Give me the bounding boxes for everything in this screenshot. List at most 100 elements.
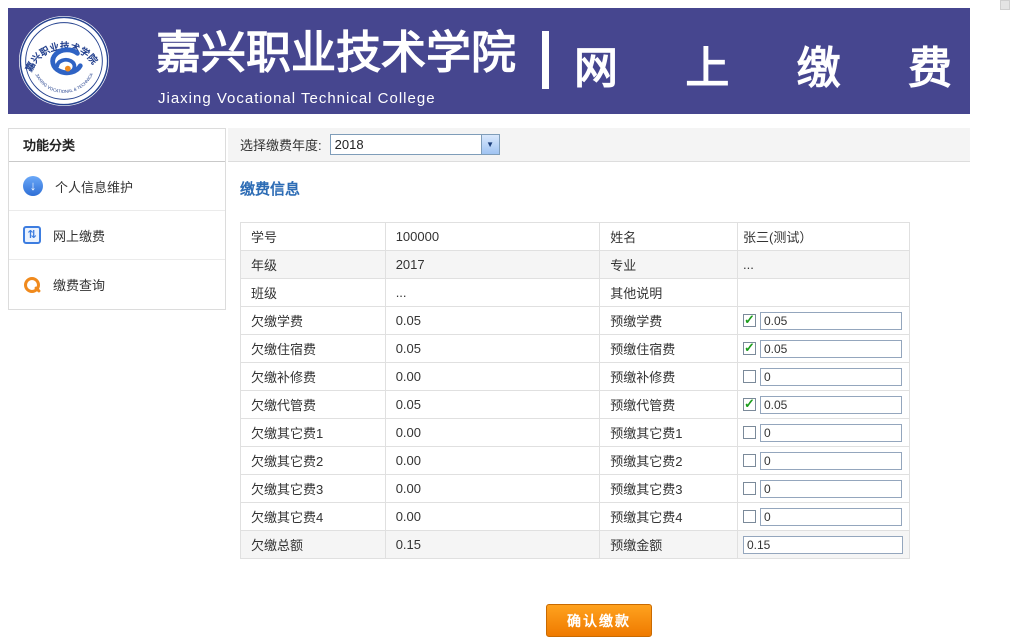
college-logo: 嘉兴职业技术学院 JIAXING VOCATIONAL & TECHNICAL … [18,15,110,107]
table-row: 欠缴住宿费0.05预缴住宿费 [241,335,910,363]
row-control: 张三(测试） [737,223,909,251]
prepay-amount-input[interactable] [760,480,902,498]
page-header: 嘉兴职业技术学院 JIAXING VOCATIONAL & TECHNICAL … [8,8,970,114]
table-row: 欠缴其它费40.00预缴其它费4 [241,503,910,531]
row-label: 欠缴其它费4 [241,503,386,531]
row-value: 0.00 [385,363,600,391]
row-label: 欠缴总额 [241,531,386,559]
row-label-2: 预缴其它费4 [600,503,738,531]
table-row: 年级2017专业... [241,251,910,279]
prepay-amount-input[interactable] [760,424,902,442]
prepay-amount-input[interactable] [760,312,902,330]
row-value: 0.00 [385,419,600,447]
table-row: 欠缴代管费0.05预缴代管费 [241,391,910,419]
row-label: 欠缴学费 [241,307,386,335]
prepay-checkbox[interactable] [743,314,756,327]
row-label-2: 预缴其它费3 [600,475,738,503]
table-row: 欠缴补修费0.00预缴补修费 [241,363,910,391]
row-control [737,475,909,503]
prepay-amount-input[interactable] [760,452,902,470]
sidebar-item-online-payment[interactable]: ⇅ 网上缴费 [9,211,225,260]
row-control [737,307,909,335]
row-control [737,335,909,363]
chevron-down-icon[interactable]: ▼ [481,135,499,154]
scrollbar-corner [1000,0,1010,10]
table-row: 欠缴学费0.05预缴学费 [241,307,910,335]
sidebar: 功能分类 ↓ 个人信息维护 ⇅ 网上缴费 缴费查询 [8,128,226,310]
row-label: 欠缴住宿费 [241,335,386,363]
row-label: 欠缴其它费3 [241,475,386,503]
search-icon [23,276,41,294]
table-row: 欠缴总额0.15预缴金额 [241,531,910,559]
row-label-2: 预缴其它费2 [600,447,738,475]
confirm-payment-button[interactable]: 确认缴款 [546,604,652,637]
page-title: 网 上 缴 费 [574,32,964,96]
row-control [737,391,909,419]
prepay-checkbox[interactable] [743,398,756,411]
row-label-2: 姓名 [600,223,738,251]
row-label: 欠缴补修费 [241,363,386,391]
down-arrow-circle-icon: ↓ [23,176,43,196]
row-control [737,419,909,447]
row-label: 学号 [241,223,386,251]
row-value: 2017 [385,251,600,279]
prepay-checkbox[interactable] [743,370,756,383]
row-label-2: 预缴代管费 [600,391,738,419]
year-select[interactable]: 2018 ▼ [330,134,500,155]
section-title: 缴费信息 [240,178,300,199]
row-label-2: 专业 [600,251,738,279]
row-control [737,363,909,391]
row-label-2: 预缴其它费1 [600,419,738,447]
sidebar-title: 功能分类 [9,129,225,162]
row-control [737,447,909,475]
prepay-checkbox[interactable] [743,342,756,355]
prepay-amount-input[interactable] [743,536,903,554]
prepay-checkbox[interactable] [743,454,756,467]
prepay-amount-input[interactable] [760,508,902,526]
fee-table-body: 学号100000姓名张三(测试）年级2017专业...班级...其他说明欠缴学费… [241,223,910,559]
row-label: 班级 [241,279,386,307]
college-name-cn: 嘉兴职业技术学院 [156,16,536,81]
row-label: 欠缴其它费1 [241,419,386,447]
row-value: ... [385,279,600,307]
row-label-2: 其他说明 [600,279,738,307]
row-value: 0.00 [385,475,600,503]
prepay-checkbox[interactable] [743,482,756,495]
row-label: 欠缴其它费2 [241,447,386,475]
table-row: 欠缴其它费10.00预缴其它费1 [241,419,910,447]
sidebar-item-label: 个人信息维护 [55,177,133,196]
row-value: 0.05 [385,391,600,419]
payment-icon: ⇅ [23,226,41,244]
row-label: 年级 [241,251,386,279]
row-label-2: 预缴金额 [600,531,738,559]
header-divider [542,31,549,89]
sidebar-item-label: 网上缴费 [53,226,105,245]
sidebar-item-label: 缴费查询 [53,275,105,294]
year-select-label: 选择缴费年度: [240,135,322,154]
row-value: 0.00 [385,503,600,531]
row-control [737,503,909,531]
row-value: 100000 [385,223,600,251]
row-control [737,531,909,559]
table-row: 班级...其他说明 [241,279,910,307]
prepay-amount-input[interactable] [760,340,902,358]
fee-table: 学号100000姓名张三(测试）年级2017专业...班级...其他说明欠缴学费… [240,222,910,559]
row-label: 欠缴代管费 [241,391,386,419]
row-control: ... [737,251,909,279]
prepay-checkbox[interactable] [743,426,756,439]
year-select-value: 2018 [331,135,481,154]
college-name-en: Jiaxing Vocational Technical College [158,90,436,107]
sidebar-item-personal-info[interactable]: ↓ 个人信息维护 [9,162,225,211]
row-value: 0.00 [385,447,600,475]
row-control [737,279,909,307]
row-value: 0.05 [385,335,600,363]
table-row: 学号100000姓名张三(测试） [241,223,910,251]
row-label-2: 预缴住宿费 [600,335,738,363]
row-value: 0.15 [385,531,600,559]
row-label-2: 预缴补修费 [600,363,738,391]
prepay-amount-input[interactable] [760,396,902,414]
sidebar-item-payment-query[interactable]: 缴费查询 [9,260,225,309]
prepay-amount-input[interactable] [760,368,902,386]
table-row: 欠缴其它费20.00预缴其它费2 [241,447,910,475]
prepay-checkbox[interactable] [743,510,756,523]
